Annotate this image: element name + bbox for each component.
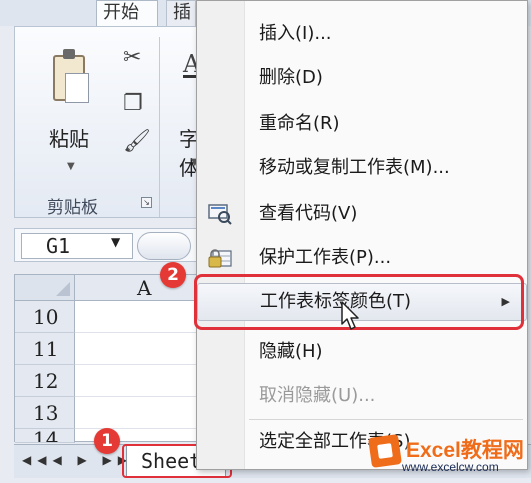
paste-label: 粘贴: [49, 127, 89, 151]
menu-separator: [249, 419, 523, 420]
ribbon: 粘贴 ▼ ✂ ❐ 🖌 剪贴板 ↘ A 字体 ▼: [14, 26, 214, 218]
protect-sheet-icon: [207, 247, 233, 269]
step-callout-1: 1: [94, 428, 120, 454]
menu-item-label: 删除(D): [259, 67, 323, 88]
copy-icon[interactable]: ❐: [123, 91, 143, 116]
sheet-tab-context-menu: 插入(I)... 删除(D) 重命名(R) 移动或复制工作表(M)... 查看代…: [196, 0, 528, 470]
menu-item-label: 保护工作表(P)...: [259, 247, 392, 268]
format-painter-icon[interactable]: 🖌: [123, 129, 151, 154]
cut-icon[interactable]: ✂: [123, 45, 141, 70]
paste-page-icon: [65, 73, 89, 103]
menu-item-label: 查看代码(V): [259, 203, 358, 224]
step-callout-2: 2: [160, 262, 186, 288]
menu-item-unhide: 取消隐藏(U)...: [197, 379, 527, 413]
menu-item-insert[interactable]: 插入(I)...: [197, 17, 527, 51]
menu-item-hide[interactable]: 隐藏(H): [197, 335, 527, 369]
row-header[interactable]: 14: [15, 429, 75, 443]
menu-item-label: 重命名(R): [259, 113, 340, 134]
site-watermark: Excel教程网 www.excelcw.com: [366, 432, 528, 478]
menu-item-view-code[interactable]: 查看代码(V): [197, 197, 527, 231]
row-header[interactable]: 11: [15, 333, 75, 365]
watermark-url: www.excelcw.com: [402, 460, 499, 474]
office-logo-icon: [368, 434, 402, 468]
menu-item-label: 插入(I)...: [259, 23, 332, 44]
formula-expand-button[interactable]: [137, 232, 191, 260]
select-all-corner[interactable]: [15, 275, 75, 301]
menu-item-label: 取消隐藏(U)...: [259, 385, 376, 406]
formula-bar: G1 ▼: [14, 228, 214, 262]
dialog-launcher-icon[interactable]: ↘: [141, 197, 152, 208]
menu-item-move-or-copy[interactable]: 移动或复制工作表(M)...: [197, 151, 527, 185]
tab-insert[interactable]: 插: [166, 0, 196, 26]
row-header[interactable]: 10: [15, 301, 75, 333]
menu-item-delete[interactable]: 删除(D): [197, 61, 527, 95]
table-row[interactable]: [75, 397, 215, 429]
menu-item-label: 移动或复制工作表(M)...: [259, 157, 450, 178]
paste-button[interactable]: 粘贴 ▼: [39, 43, 101, 183]
worksheet-grid[interactable]: A 10 11 12 13 14: [14, 274, 215, 443]
name-box-value: G1: [46, 234, 71, 258]
view-code-icon: [207, 203, 233, 225]
menu-item-protect-sheet[interactable]: 保护工作表(P)...: [197, 241, 527, 275]
clipboard-group-label: 剪贴板: [47, 198, 98, 218]
clipboard-group: 粘贴 ▼ ✂ ❐ 🖌 剪贴板 ↘: [25, 37, 160, 218]
chevron-down-icon[interactable]: ▼: [111, 235, 120, 249]
row-header[interactable]: 12: [15, 365, 75, 397]
mouse-cursor-icon: [340, 300, 362, 336]
table-row[interactable]: [75, 333, 215, 365]
menu-item-label: 隐藏(H): [259, 341, 323, 362]
chevron-down-icon: ▼: [67, 161, 75, 172]
tab-home[interactable]: 开始: [96, 0, 158, 26]
table-row[interactable]: [75, 365, 215, 397]
sheet-navigation-icon[interactable]: ◀◀◀ ▶ ▶▶: [22, 453, 133, 467]
menu-item-rename[interactable]: 重命名(R): [197, 107, 527, 141]
row-header[interactable]: 13: [15, 397, 75, 429]
